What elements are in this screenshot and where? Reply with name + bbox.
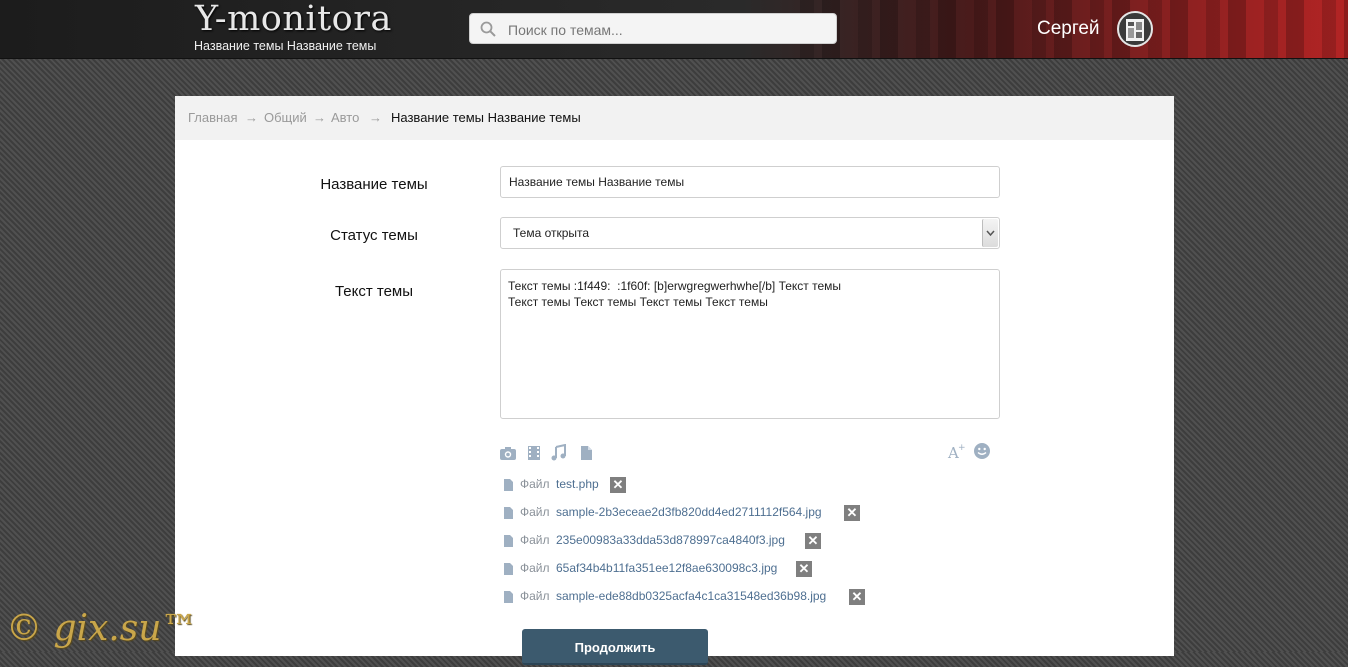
user-name[interactable]: Сергей [1037, 18, 1100, 40]
avatar[interactable] [1117, 11, 1153, 47]
file-prefix: Файл [520, 505, 550, 519]
remove-file-button[interactable]: ✕ [844, 505, 860, 521]
topic-status-label: Статус темы [330, 227, 418, 244]
film-icon[interactable] [525, 444, 543, 462]
search-input[interactable] [506, 18, 830, 42]
search-box[interactable] [469, 13, 837, 44]
file-link[interactable]: sample-ede88db0325acfa4c1ca31548ed36b98.… [556, 588, 826, 604]
file-icon [504, 479, 513, 491]
file-icon [504, 507, 513, 519]
file-link[interactable]: sample-2b3eceae2d3fb820dd4ed2711112f564.… [556, 504, 822, 520]
breadcrumb-separator: → [313, 110, 326, 125]
file-link[interactable]: 235e00983a33dda53d878997ca4840f3.jpg [556, 532, 785, 548]
file-prefix: Файл [520, 533, 550, 547]
font-size-icon[interactable]: A + [947, 442, 965, 460]
topic-status-value: Тема открыта [513, 226, 590, 240]
search-icon [480, 21, 496, 37]
breadcrumb: Главная → Общий → Авто → Название темы Н… [175, 96, 1174, 140]
breadcrumb-separator: → [245, 110, 258, 125]
topic-title-input[interactable] [500, 166, 1000, 198]
top-header: Y-monitora Название темы Название темы С… [0, 0, 1348, 59]
remove-file-button[interactable]: ✕ [805, 533, 821, 549]
chevron-down-icon [986, 230, 995, 237]
continue-button[interactable]: Продолжить [522, 629, 708, 665]
remove-file-button[interactable]: ✕ [610, 477, 626, 493]
select-arrow[interactable] [982, 219, 998, 247]
file-prefix: Файл [520, 477, 550, 491]
breadcrumb-home[interactable]: Главная [188, 96, 237, 140]
file-prefix: Файл [520, 589, 550, 603]
file-icon [504, 535, 513, 547]
smiley-icon[interactable] [973, 442, 991, 460]
remove-file-button[interactable]: ✕ [849, 589, 865, 605]
file-prefix: Файл [520, 561, 550, 575]
document-icon[interactable] [577, 444, 595, 462]
site-logo[interactable]: Y-monitora [195, 0, 392, 39]
breadcrumb-separator: → [369, 110, 382, 125]
file-icon [504, 591, 513, 603]
file-link[interactable]: 65af34b4b11fa351ee12f8ae630098c3.jpg [556, 560, 777, 576]
svg-text:+: + [958, 443, 965, 453]
watermark: © gix.su™ [6, 608, 198, 649]
music-icon[interactable] [550, 444, 568, 462]
site-subtitle: Название темы Название темы [194, 39, 377, 53]
breadcrumb-general[interactable]: Общий [264, 96, 307, 140]
file-icon [504, 563, 513, 575]
topic-text-area[interactable]: Текст темы :1f449: :1f60f: [b]erwgregwer… [500, 269, 1000, 419]
content-card: Главная → Общий → Авто → Название темы Н… [175, 96, 1174, 665]
topic-text-label: Текст темы [334, 283, 414, 300]
avatar-image [1126, 19, 1144, 41]
topic-title-label: Название темы [320, 176, 428, 193]
file-link[interactable]: test.php [556, 476, 599, 492]
camera-icon[interactable] [499, 444, 517, 462]
topic-status-select[interactable]: Тема открыта [500, 217, 1000, 249]
breadcrumb-auto[interactable]: Авто [331, 96, 359, 140]
breadcrumb-current: Название темы Название темы [391, 110, 581, 125]
remove-file-button[interactable]: ✕ [796, 561, 812, 577]
